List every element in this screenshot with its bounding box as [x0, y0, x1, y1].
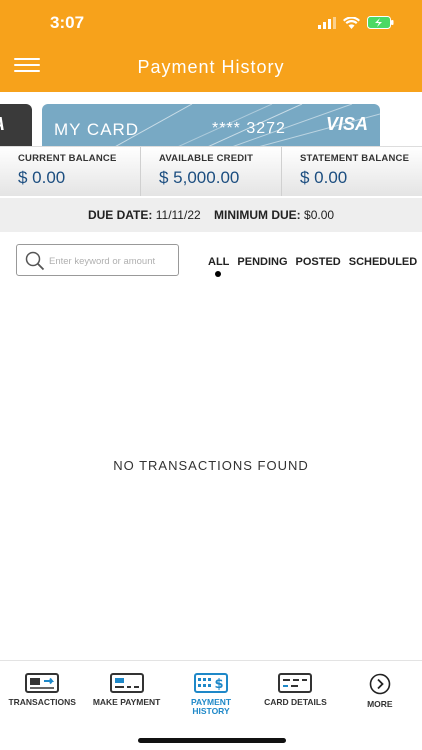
more-icon	[369, 673, 391, 695]
current-balance-label: CURRENT BALANCE	[18, 153, 117, 164]
tab-payment-history[interactable]: $ PAYMENT HISTORY	[169, 661, 253, 750]
balance-summary: CURRENT BALANCE $ 0.00 AVAILABLE CREDIT …	[0, 146, 422, 196]
filter-pending[interactable]: PENDING	[237, 256, 287, 268]
current-balance: CURRENT BALANCE $ 0.00	[0, 147, 141, 196]
home-indicator[interactable]	[138, 738, 286, 743]
header: 3:07 Payment History	[0, 0, 422, 92]
page-title: Payment History	[137, 57, 285, 77]
tab-more-label: MORE	[367, 699, 393, 709]
svg-text:$: $	[214, 677, 223, 692]
filter-tabs: ALL PENDING POSTED SCHEDULED	[208, 256, 417, 268]
previous-card[interactable]: SA	[0, 104, 32, 146]
tab-make-payment-label: MAKE PAYMENT	[92, 697, 161, 707]
filter-scheduled[interactable]: SCHEDULED	[349, 256, 417, 268]
selected-card[interactable]: MY CARD **** 3272 VISA	[42, 104, 380, 146]
card-brand: VISA	[325, 114, 368, 134]
transactions-icon	[25, 673, 60, 693]
status-time: 3:07	[50, 13, 85, 32]
search-icon	[25, 251, 45, 271]
tab-card-details[interactable]: CARD DETAILS	[253, 661, 337, 750]
filter-posted[interactable]: POSTED	[296, 256, 341, 268]
statement-balance-label: STATEMENT BALANCE	[300, 153, 410, 164]
due-date-label: DUE DATE:	[87, 208, 153, 222]
card-number: **** 3272	[212, 120, 286, 137]
available-credit-value: $ 5,000.00	[159, 168, 240, 187]
tab-card-details-label: CARD DETAILS	[264, 697, 327, 707]
make-payment-icon	[109, 673, 144, 693]
minimum-due-value: $0.00	[304, 208, 335, 222]
search-input[interactable]	[49, 251, 175, 271]
tab-make-payment[interactable]: MAKE PAYMENT	[84, 661, 168, 750]
signal-icon	[318, 16, 336, 29]
statement-balance: STATEMENT BALANCE $ 0.00	[282, 147, 422, 196]
card-details-icon	[278, 673, 313, 693]
selected-filter-indicator	[215, 271, 221, 277]
minimum-due-label: MINIMUM DUE:	[214, 208, 301, 222]
payment-history-icon: $	[194, 673, 229, 693]
wifi-icon	[343, 16, 360, 29]
available-credit-label: AVAILABLE CREDIT	[159, 153, 254, 164]
tab-transactions-label: TRANSACTIONS	[8, 697, 76, 707]
status-icons	[318, 16, 394, 29]
status-bar: 3:07	[0, 0, 422, 44]
tab-transactions[interactable]: TRANSACTIONS	[0, 661, 84, 750]
tab-payment-history-label: PAYMENT HISTORY	[190, 697, 232, 716]
statement-balance-value: $ 0.00	[300, 168, 348, 187]
current-balance-value: $ 0.00	[18, 168, 66, 187]
card-carousel[interactable]: SA MY CARD **** 3272 VISA	[0, 92, 422, 146]
available-credit: AVAILABLE CREDIT $ 5,000.00	[141, 147, 282, 196]
previous-card-brand: SA	[0, 114, 5, 135]
battery-icon	[367, 16, 394, 29]
search-box[interactable]	[16, 244, 179, 276]
due-date-value: 11/11/22	[155, 208, 201, 222]
card-name: MY CARD	[54, 120, 140, 139]
tab-more[interactable]: MORE	[338, 661, 422, 750]
filter-all[interactable]: ALL	[208, 256, 229, 268]
empty-state-message: NO TRANSACTIONS FOUND	[113, 458, 309, 473]
bottom-nav: TRANSACTIONS MAKE PAYMENT $ PAYMENT HIST…	[0, 660, 422, 750]
due-summary: DUE DATE: 11/11/22 MINIMUM DUE: $0.00	[0, 198, 422, 232]
